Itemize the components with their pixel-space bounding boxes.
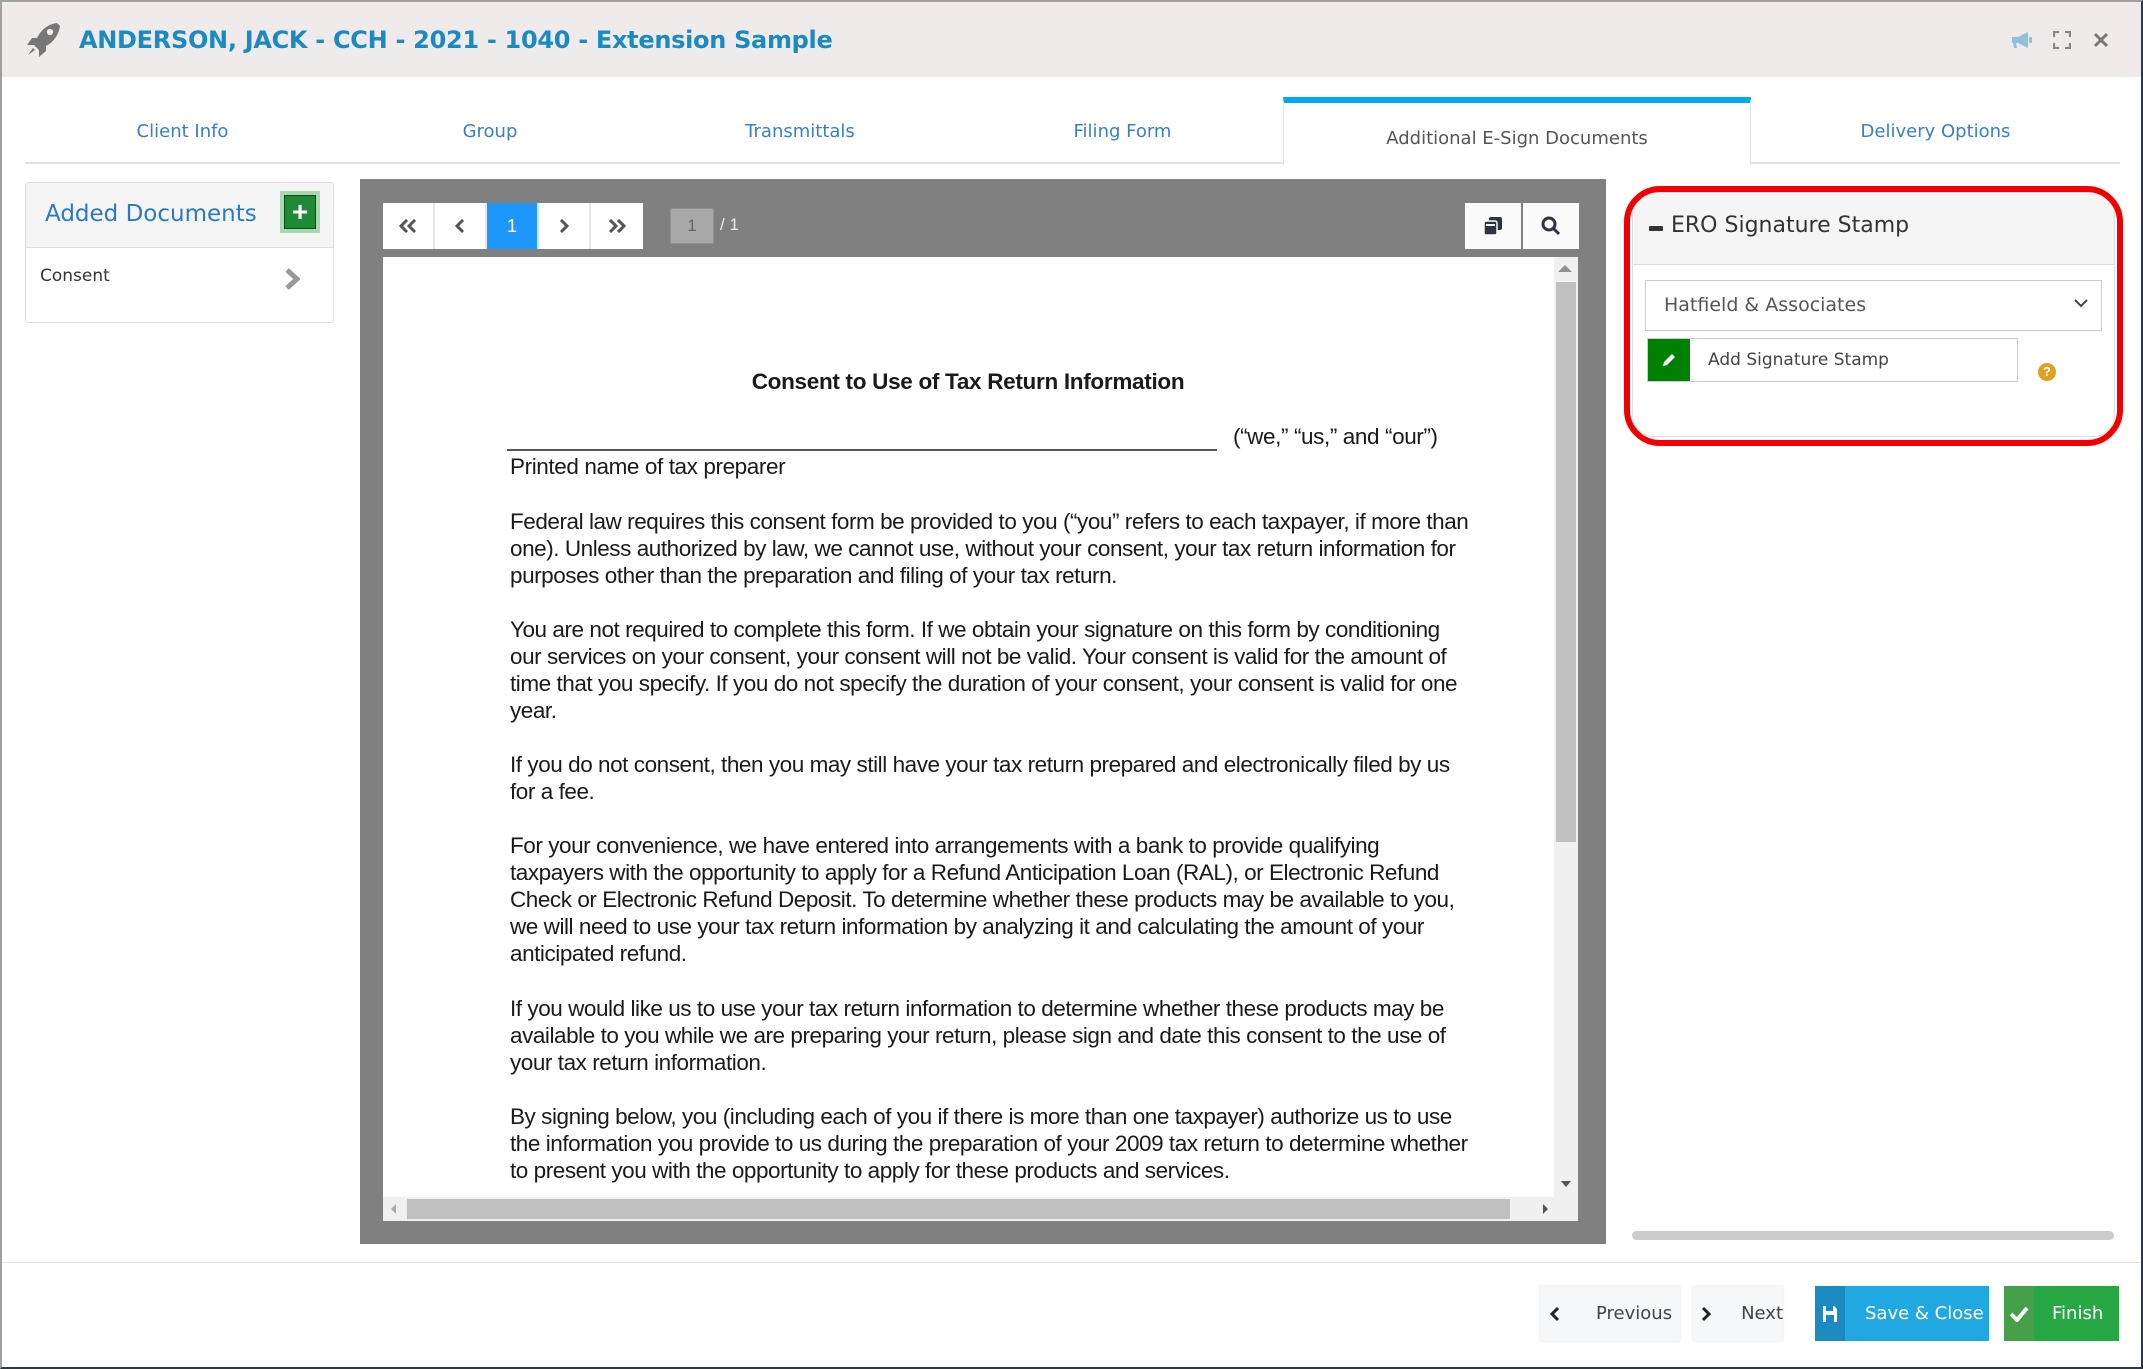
scroll-right-arrow[interactable] — [1543, 1204, 1548, 1214]
previous-label: Previous — [1596, 1303, 1673, 1324]
document-paragraph: By signing below, you (including each of… — [510, 1104, 1468, 1183]
page-total: / 1 — [720, 215, 739, 234]
we-us-our-text: (“we,” “us,” and “our”) — [1233, 424, 1438, 449]
tab-additional-esign-documents[interactable]: Additional E-Sign Documents — [1283, 97, 1751, 165]
document-paragraph: If you would like us to use your tax ret… — [510, 996, 1446, 1075]
added-documents-title: Added Documents — [45, 201, 257, 227]
wizard-tabs: Client Info Group Transmittals Filing Fo… — [25, 97, 2120, 165]
horizontal-scroll-thumb[interactable] — [407, 1199, 1510, 1219]
footer-divider — [2, 1262, 2141, 1263]
document-list-item-consent[interactable]: Consent — [26, 248, 333, 322]
document-paragraph: For your convenience, we have entered in… — [510, 833, 1455, 966]
close-icon[interactable] — [2088, 28, 2114, 52]
previous-button[interactable]: Previous — [1540, 1286, 1680, 1341]
document-paragraph: Federal law requires this consent form b… — [510, 509, 1469, 588]
scroll-left-arrow[interactable] — [391, 1204, 396, 1214]
added-documents-header: Added Documents + — [26, 183, 333, 248]
search-icon — [1541, 216, 1561, 236]
add-document-button[interactable]: + — [280, 191, 320, 233]
finish-button[interactable]: Finish — [2004, 1286, 2119, 1341]
save-icon — [1815, 1286, 1845, 1341]
document-paragraph: If you do not consent, then you may stil… — [510, 752, 1450, 804]
finish-label: Finish — [2052, 1303, 2104, 1324]
last-page-button[interactable] — [591, 203, 643, 249]
horizontal-scrollbar[interactable] — [383, 1197, 1578, 1221]
scroll-down-arrow[interactable] — [1561, 1181, 1571, 1187]
first-page-button[interactable] — [383, 203, 435, 249]
pdf-document: Consent to Use of Tax Return Information… — [383, 257, 1553, 1221]
next-label: Next — [1741, 1303, 1783, 1324]
double-chevron-left-icon — [398, 219, 417, 233]
chevron-right-icon — [285, 268, 300, 290]
previous-page-button[interactable] — [435, 203, 487, 249]
document-title: Consent to Use of Tax Return Information — [751, 369, 1185, 394]
right-panel-scrollbar[interactable] — [1632, 1231, 2114, 1240]
pdf-page-area: Consent to Use of Tax Return Information… — [383, 257, 1578, 1221]
tab-transmittals[interactable]: Transmittals — [640, 98, 960, 164]
vertical-scroll-thumb[interactable] — [1556, 282, 1576, 842]
double-chevron-right-icon — [608, 219, 627, 233]
megaphone-icon[interactable] — [2009, 28, 2035, 52]
chevron-left-icon — [454, 219, 465, 233]
fullscreen-icon[interactable] — [2049, 28, 2075, 52]
chevron-left-icon — [1540, 1286, 1570, 1341]
page-view-button[interactable] — [1465, 203, 1521, 249]
pager: 1 — [383, 203, 643, 249]
added-documents-panel: Added Documents + Consent — [25, 182, 334, 323]
title-bar: ANDERSON, JACK - CCH - 2021 - 1040 - Ext… — [2, 2, 2141, 77]
page-number-input[interactable]: 1 — [670, 208, 714, 244]
next-page-button[interactable] — [539, 203, 591, 249]
vertical-scrollbar[interactable] — [1554, 257, 1578, 1197]
rocket-icon — [27, 23, 60, 57]
tab-client-info[interactable]: Client Info — [25, 98, 340, 164]
document-viewer: 1 1 / 1 Consent to Use of Tax Return Inf… — [360, 179, 1606, 1244]
tab-filing-form[interactable]: Filing Form — [960, 98, 1285, 164]
search-button[interactable] — [1523, 203, 1579, 249]
save-close-button[interactable]: Save & Close — [1815, 1286, 1989, 1341]
tab-delivery-options[interactable]: Delivery Options — [1751, 98, 2120, 164]
checkmark-icon — [2004, 1286, 2034, 1341]
save-close-label: Save & Close — [1865, 1303, 1984, 1324]
scroll-up-arrow[interactable] — [1558, 265, 1572, 272]
signature-line — [507, 449, 1217, 451]
highlight-annotation — [1624, 186, 2123, 446]
next-button[interactable]: Next — [1693, 1286, 1783, 1341]
chevron-right-icon — [559, 219, 570, 233]
plus-icon: + — [284, 195, 316, 229]
window-title: ANDERSON, JACK - CCH - 2021 - 1040 - Ext… — [79, 26, 833, 54]
printed-name-label: Printed name of tax preparer — [510, 454, 786, 479]
tab-group[interactable]: Group — [340, 98, 640, 164]
document-label: Consent — [40, 266, 110, 286]
document-paragraph: You are not required to complete this fo… — [510, 617, 1458, 723]
pages-icon — [1483, 217, 1502, 236]
chevron-right-icon — [1693, 1286, 1719, 1341]
page-1-button[interactable]: 1 — [487, 203, 539, 249]
